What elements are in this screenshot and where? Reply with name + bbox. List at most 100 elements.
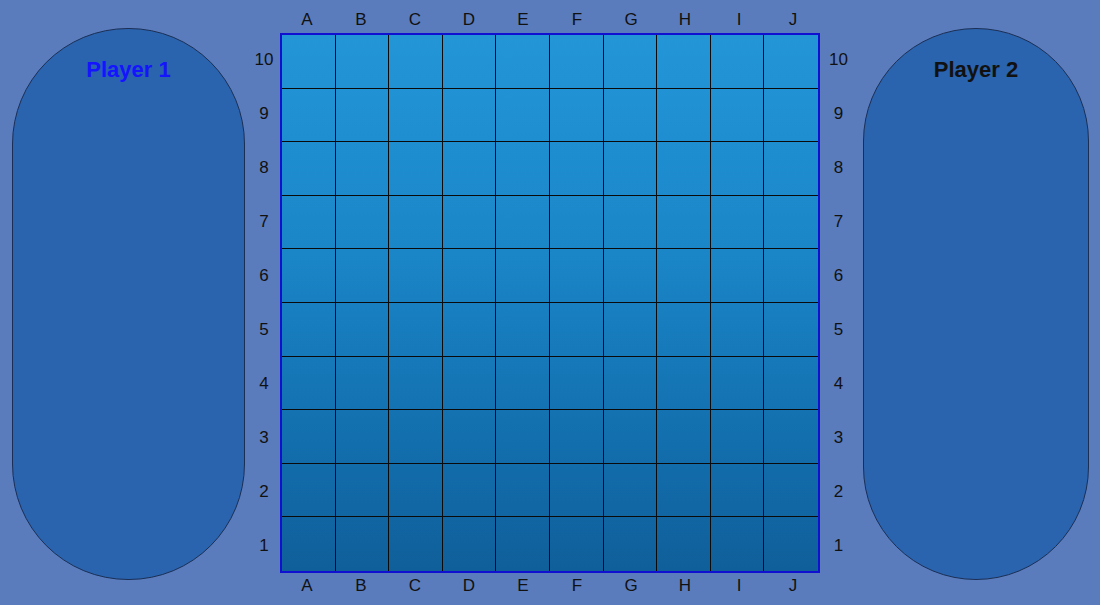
board-cell[interactable] [336, 357, 390, 411]
board-cell[interactable] [282, 303, 336, 357]
board-cell[interactable] [764, 142, 818, 196]
board-cell[interactable] [657, 410, 711, 464]
board-cell[interactable] [282, 196, 336, 250]
board-cell[interactable] [496, 249, 550, 303]
board-cell[interactable] [550, 142, 604, 196]
board-cell[interactable] [496, 196, 550, 250]
board-cell[interactable] [711, 249, 765, 303]
board-cell[interactable] [604, 357, 658, 411]
board-cell[interactable] [282, 249, 336, 303]
board-cell[interactable] [336, 464, 390, 518]
board-cell[interactable] [657, 249, 711, 303]
board-cell[interactable] [764, 357, 818, 411]
board-cell[interactable] [550, 249, 604, 303]
board-cell[interactable] [336, 35, 390, 89]
board-cell[interactable] [604, 35, 658, 89]
board-cell[interactable] [389, 357, 443, 411]
board-cell[interactable] [711, 517, 765, 571]
board-cell[interactable] [282, 464, 336, 518]
board-cell[interactable] [550, 35, 604, 89]
board-cell[interactable] [550, 410, 604, 464]
board-cell[interactable] [282, 35, 336, 89]
board-cell[interactable] [336, 249, 390, 303]
board-cell[interactable] [282, 357, 336, 411]
board-cell[interactable] [389, 517, 443, 571]
board-cell[interactable] [550, 196, 604, 250]
board-cell[interactable] [711, 35, 765, 89]
board-cell[interactable] [550, 517, 604, 571]
board-cell[interactable] [389, 89, 443, 143]
board-cell[interactable] [764, 464, 818, 518]
board-cell[interactable] [764, 410, 818, 464]
board-cell[interactable] [443, 410, 497, 464]
board-cell[interactable] [443, 196, 497, 250]
board-cell[interactable] [496, 303, 550, 357]
board-cell[interactable] [657, 89, 711, 143]
board-cell[interactable] [711, 357, 765, 411]
board-cell[interactable] [711, 196, 765, 250]
board-cell[interactable] [496, 35, 550, 89]
board-cell[interactable] [604, 464, 658, 518]
board-cell[interactable] [496, 464, 550, 518]
board-cell[interactable] [496, 517, 550, 571]
board-cell[interactable] [443, 35, 497, 89]
board-cell[interactable] [443, 142, 497, 196]
board-cell[interactable] [657, 357, 711, 411]
board-cell[interactable] [336, 142, 390, 196]
board-cell[interactable] [389, 410, 443, 464]
board-cell[interactable] [443, 517, 497, 571]
board-cell[interactable] [389, 35, 443, 89]
board-cell[interactable] [336, 303, 390, 357]
board-cell[interactable] [496, 142, 550, 196]
board-cell[interactable] [604, 249, 658, 303]
board-cell[interactable] [550, 303, 604, 357]
board-cell[interactable] [282, 89, 336, 143]
board-cell[interactable] [711, 303, 765, 357]
board-cell[interactable] [389, 196, 443, 250]
board-cell[interactable] [764, 89, 818, 143]
board-cell[interactable] [764, 249, 818, 303]
board-cell[interactable] [604, 303, 658, 357]
board-cell[interactable] [657, 517, 711, 571]
board-cell[interactable] [711, 89, 765, 143]
board-cell[interactable] [604, 517, 658, 571]
board-cell[interactable] [657, 464, 711, 518]
board-cell[interactable] [336, 196, 390, 250]
board-cell[interactable] [711, 142, 765, 196]
board-cell[interactable] [604, 89, 658, 143]
board-cell[interactable] [443, 249, 497, 303]
board-cell[interactable] [604, 196, 658, 250]
board-cell[interactable] [764, 517, 818, 571]
board-cell[interactable] [550, 357, 604, 411]
board-cell[interactable] [764, 303, 818, 357]
board-cell[interactable] [389, 142, 443, 196]
board-cell[interactable] [443, 357, 497, 411]
board-cell[interactable] [336, 410, 390, 464]
board-cell[interactable] [764, 196, 818, 250]
board-cell[interactable] [389, 249, 443, 303]
board-cell[interactable] [604, 410, 658, 464]
board-cell[interactable] [443, 89, 497, 143]
board-cell[interactable] [282, 410, 336, 464]
board-cell[interactable] [764, 35, 818, 89]
board-cell[interactable] [657, 142, 711, 196]
board-cell[interactable] [496, 89, 550, 143]
board-cell[interactable] [550, 464, 604, 518]
board-cell[interactable] [389, 464, 443, 518]
board-cell[interactable] [711, 410, 765, 464]
board-cell[interactable] [604, 142, 658, 196]
board-cell[interactable] [389, 303, 443, 357]
board-cell[interactable] [282, 142, 336, 196]
board-cell[interactable] [443, 303, 497, 357]
board-cell[interactable] [550, 89, 604, 143]
board-cell[interactable] [496, 410, 550, 464]
board-cell[interactable] [496, 357, 550, 411]
board-cell[interactable] [336, 89, 390, 143]
board-cell[interactable] [336, 517, 390, 571]
board-cell[interactable] [282, 517, 336, 571]
board-cell[interactable] [657, 196, 711, 250]
board-cell[interactable] [711, 464, 765, 518]
board-cell[interactable] [443, 464, 497, 518]
board-cell[interactable] [657, 303, 711, 357]
board-cell[interactable] [657, 35, 711, 89]
